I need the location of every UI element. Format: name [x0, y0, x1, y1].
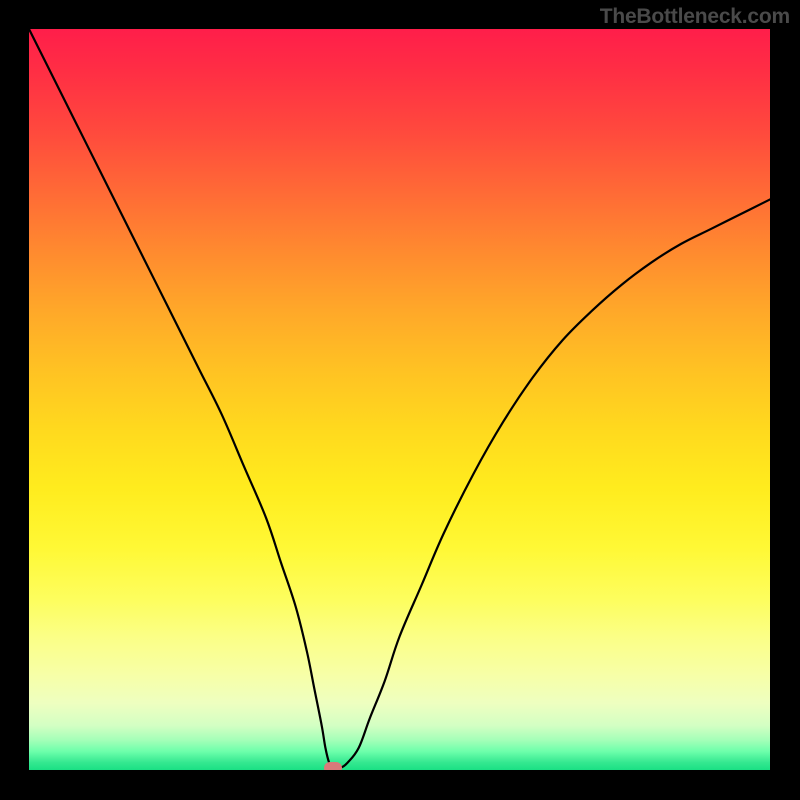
- chart-frame: TheBottleneck.com: [0, 0, 800, 800]
- curve-svg: [29, 29, 770, 770]
- bottleneck-curve: [29, 29, 770, 768]
- min-marker: [324, 762, 342, 770]
- plot-area: [29, 29, 770, 770]
- brand-watermark: TheBottleneck.com: [600, 5, 790, 29]
